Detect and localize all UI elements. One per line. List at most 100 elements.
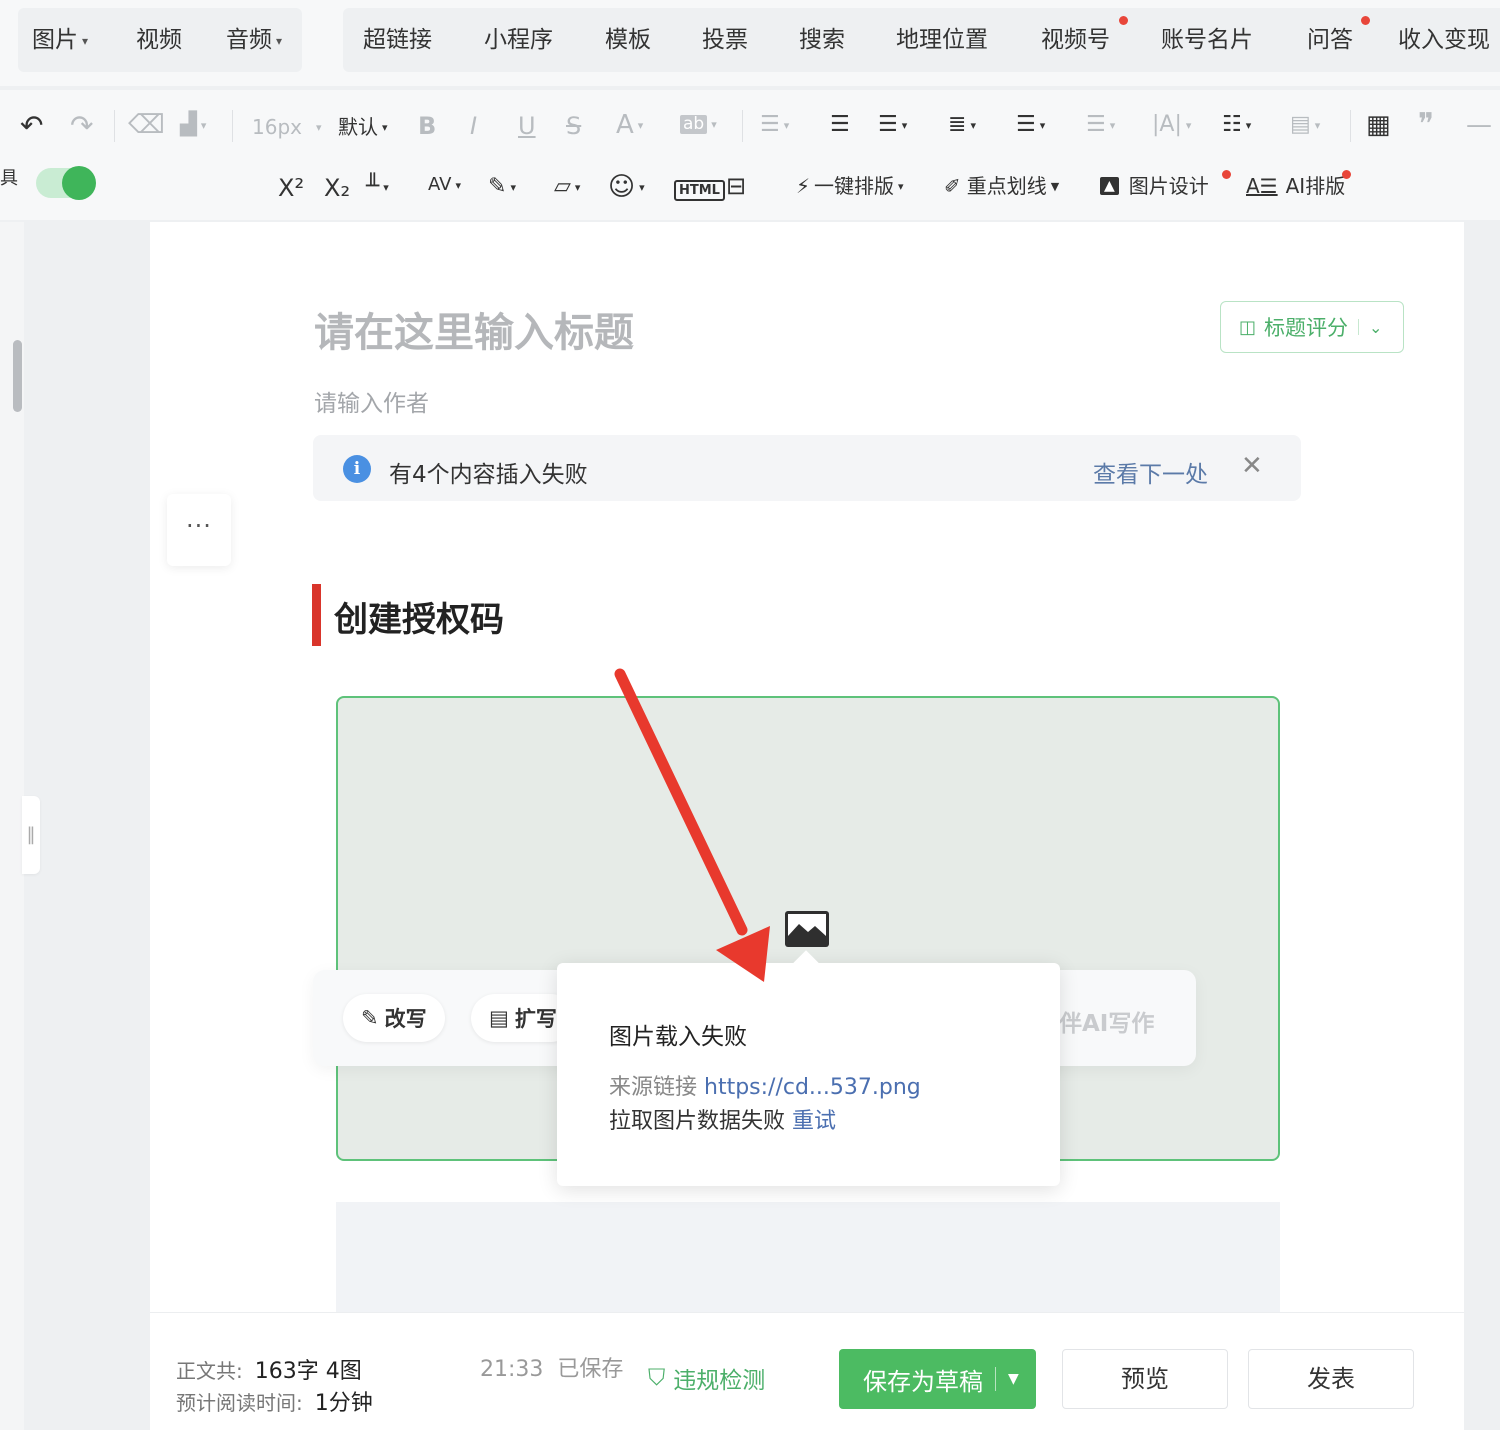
- close-icon[interactable]: ✕: [1241, 451, 1263, 481]
- view-next-link[interactable]: 查看下一处: [1093, 455, 1208, 489]
- editor-page: 请在这里输入标题 ◫ 标题评分 ⌄ 请输入作者 i 有4个内容插入失败 查看下一…: [150, 222, 1464, 1312]
- ai-format-badge: [1342, 170, 1351, 179]
- highlight-line-menu[interactable]: ✐ 重点划线 ▼: [944, 176, 1059, 196]
- strikethrough-icon[interactable]: S: [566, 114, 581, 138]
- redo-icon[interactable]: ↷: [70, 112, 93, 140]
- float-icon[interactable]: ▤ ▾: [1290, 114, 1320, 136]
- toolbar-toggle[interactable]: [36, 166, 96, 200]
- title-score-button[interactable]: ◫ 标题评分 ⌄: [1220, 301, 1404, 353]
- preview-button[interactable]: 预览: [1062, 1349, 1228, 1409]
- image-design-badge: [1222, 170, 1231, 179]
- toolbox-icon[interactable]: ⊟: [726, 174, 746, 198]
- insert-vote-button[interactable]: 投票: [702, 8, 748, 72]
- sidebar-edge-icon: 具: [0, 168, 18, 189]
- list-icon[interactable]: ☷ ▾: [1222, 114, 1251, 136]
- more-options-button[interactable]: ···: [167, 494, 231, 566]
- pencil-icon: ✎: [361, 1006, 379, 1030]
- editor-footer: 正文共: 163字 4图 预计阅读时间: 1分钟 21:33 已保存 ⛉ 违规检测 保…: [150, 1312, 1464, 1430]
- insert-image-menu[interactable]: 图片 ▾: [32, 8, 88, 72]
- broken-image-icon: [785, 911, 829, 947]
- divider-icon[interactable]: —: [1466, 112, 1492, 138]
- insert-location-button[interactable]: 地理位置: [896, 8, 988, 72]
- save-draft-button[interactable]: 保存为草稿 ▼: [839, 1349, 1036, 1409]
- quick-format-menu[interactable]: ⚡ 一键排版 ▾: [796, 176, 904, 196]
- insert-template-button[interactable]: 模板: [605, 8, 651, 72]
- format-toolbar: ↶ ↷ ⌫ ▟ ▾ 16px ▾ 默认 ▾ B I U S A ▾ ab ▾ ☰ ▾ ☰ ☰…: [0, 90, 1500, 220]
- heading-accent-bar: [312, 584, 321, 646]
- subscript-icon[interactable]: X₂: [324, 176, 350, 200]
- text-indent-icon[interactable]: |A| ▾: [1152, 114, 1191, 136]
- insert-qa-button[interactable]: 问答: [1307, 8, 1353, 72]
- insert-group-media: 图片 ▾ 视频 音频 ▾: [18, 8, 302, 72]
- bold-icon[interactable]: B: [418, 114, 436, 138]
- paragraph-spacing-icon[interactable]: ☰ ▾: [1016, 114, 1045, 136]
- table-icon[interactable]: ▦: [1366, 112, 1391, 138]
- font-color-icon[interactable]: A ▾: [616, 112, 643, 138]
- insert-group-widgets: 超链接 小程序 模板 投票 搜索 地理位置 视频号 账号名片 问答 收入变现: [343, 8, 1500, 72]
- image-load-failed-popup: 图片载入失败 来源链接 https://cd...537.png 拉取图片数据失…: [557, 950, 1060, 1186]
- info-icon: i: [343, 455, 371, 483]
- popup-source: 来源链接 https://cd...537.png: [609, 1075, 921, 1100]
- underline-icon[interactable]: U: [518, 114, 536, 138]
- compliance-check-button[interactable]: ⛉ 违规检测: [648, 1361, 765, 1395]
- insert-search-button[interactable]: 搜索: [799, 8, 845, 72]
- italic-icon[interactable]: I: [470, 114, 477, 138]
- save-status: 21:33 已保存: [480, 1357, 624, 1382]
- chart-image-icon[interactable]: ▱ ▾: [554, 176, 580, 198]
- caret-down-icon: ▾: [276, 33, 283, 48]
- ai-text-icon: A☰: [1246, 174, 1278, 198]
- insert-monetize-button[interactable]: 收入变现: [1398, 8, 1490, 72]
- channels-badge: [1119, 16, 1128, 25]
- insert-channels-button[interactable]: 视频号: [1041, 8, 1110, 72]
- caret-down-icon[interactable]: ▼: [1008, 1371, 1019, 1387]
- retry-link[interactable]: 重试: [792, 1109, 836, 1134]
- rewrite-button[interactable]: ✎ 改写: [343, 994, 445, 1042]
- right-panel-strip: [1464, 222, 1500, 1430]
- title-input[interactable]: 请在这里输入标题: [314, 300, 634, 358]
- source-link[interactable]: https://cd...537.png: [704, 1075, 921, 1100]
- caret-down-icon: ▾: [82, 33, 89, 48]
- section-heading[interactable]: 创建授权码: [334, 592, 504, 641]
- insert-audio-menu[interactable]: 音频 ▾: [226, 8, 282, 72]
- insert-hyperlink-button[interactable]: 超链接: [363, 8, 432, 72]
- qa-badge: [1361, 16, 1370, 25]
- score-icon: ◫: [1239, 316, 1257, 338]
- insert-account-card-button[interactable]: 账号名片: [1161, 8, 1253, 72]
- align-left-icon[interactable]: ☰ ▾: [760, 114, 789, 136]
- publish-button[interactable]: 发表: [1248, 1349, 1414, 1409]
- panel-collapse-handle[interactable]: ‖: [22, 796, 40, 874]
- outdent-icon[interactable]: ☰ ▾: [878, 114, 907, 136]
- left-panel-strip: [0, 222, 24, 1430]
- popup-title: 图片载入失败: [609, 1024, 747, 1050]
- superscript-icon[interactable]: X²: [278, 176, 304, 200]
- popup-error: 拉取图片数据失败 重试: [609, 1109, 837, 1134]
- clear-format-icon[interactable]: ⌫: [128, 112, 165, 138]
- scrollbar-thumb[interactable]: [13, 340, 22, 412]
- letter-spacing-icon[interactable]: ☰ ▾: [1086, 114, 1115, 136]
- emoji-icon[interactable]: ☺ ▾: [608, 174, 645, 200]
- html-icon[interactable]: HTML: [674, 180, 725, 201]
- document-icon: ▤: [489, 1006, 509, 1030]
- background-color-icon[interactable]: ab ▾: [680, 115, 717, 134]
- marker-icon: ✐: [944, 174, 961, 198]
- kerning-icon[interactable]: AV ▾: [428, 176, 461, 194]
- chevron-down-icon[interactable]: ⌄: [1369, 318, 1382, 337]
- insert-video-button[interactable]: 视频: [136, 8, 182, 72]
- image-design-button[interactable]: ▲ 图片设计: [1100, 176, 1209, 196]
- quote-icon[interactable]: ❞: [1418, 110, 1434, 140]
- line-height-icon[interactable]: ≣ ▾: [948, 114, 976, 136]
- insert-miniprogram-button[interactable]: 小程序: [484, 8, 553, 72]
- insert-toolbar: 图片 ▾ 视频 音频 ▾ 超链接 小程序 模板 投票 搜索 地理位置 视频号 账号名…: [0, 0, 1500, 86]
- format-painter-icon[interactable]: ▟ ▾: [180, 114, 206, 136]
- font-family-select[interactable]: 默认 ▾: [338, 117, 388, 137]
- indent-icon[interactable]: ☰: [830, 114, 850, 136]
- author-input[interactable]: 请输入作者: [314, 384, 429, 418]
- read-time: 预计阅读时间: 1分钟: [176, 1391, 373, 1416]
- font-size-select[interactable]: 16px ▾: [252, 117, 322, 137]
- magic-wand-icon[interactable]: ✎ ▾: [488, 176, 516, 198]
- next-content-block[interactable]: [336, 1202, 1280, 1312]
- ai-companion-button[interactable]: 伴AI写作: [1059, 1004, 1154, 1038]
- vertical-align-icon[interactable]: ╨ ▾: [366, 176, 389, 198]
- ai-format-button[interactable]: A☰ AI排版: [1246, 176, 1345, 196]
- undo-icon[interactable]: ↶: [20, 112, 43, 140]
